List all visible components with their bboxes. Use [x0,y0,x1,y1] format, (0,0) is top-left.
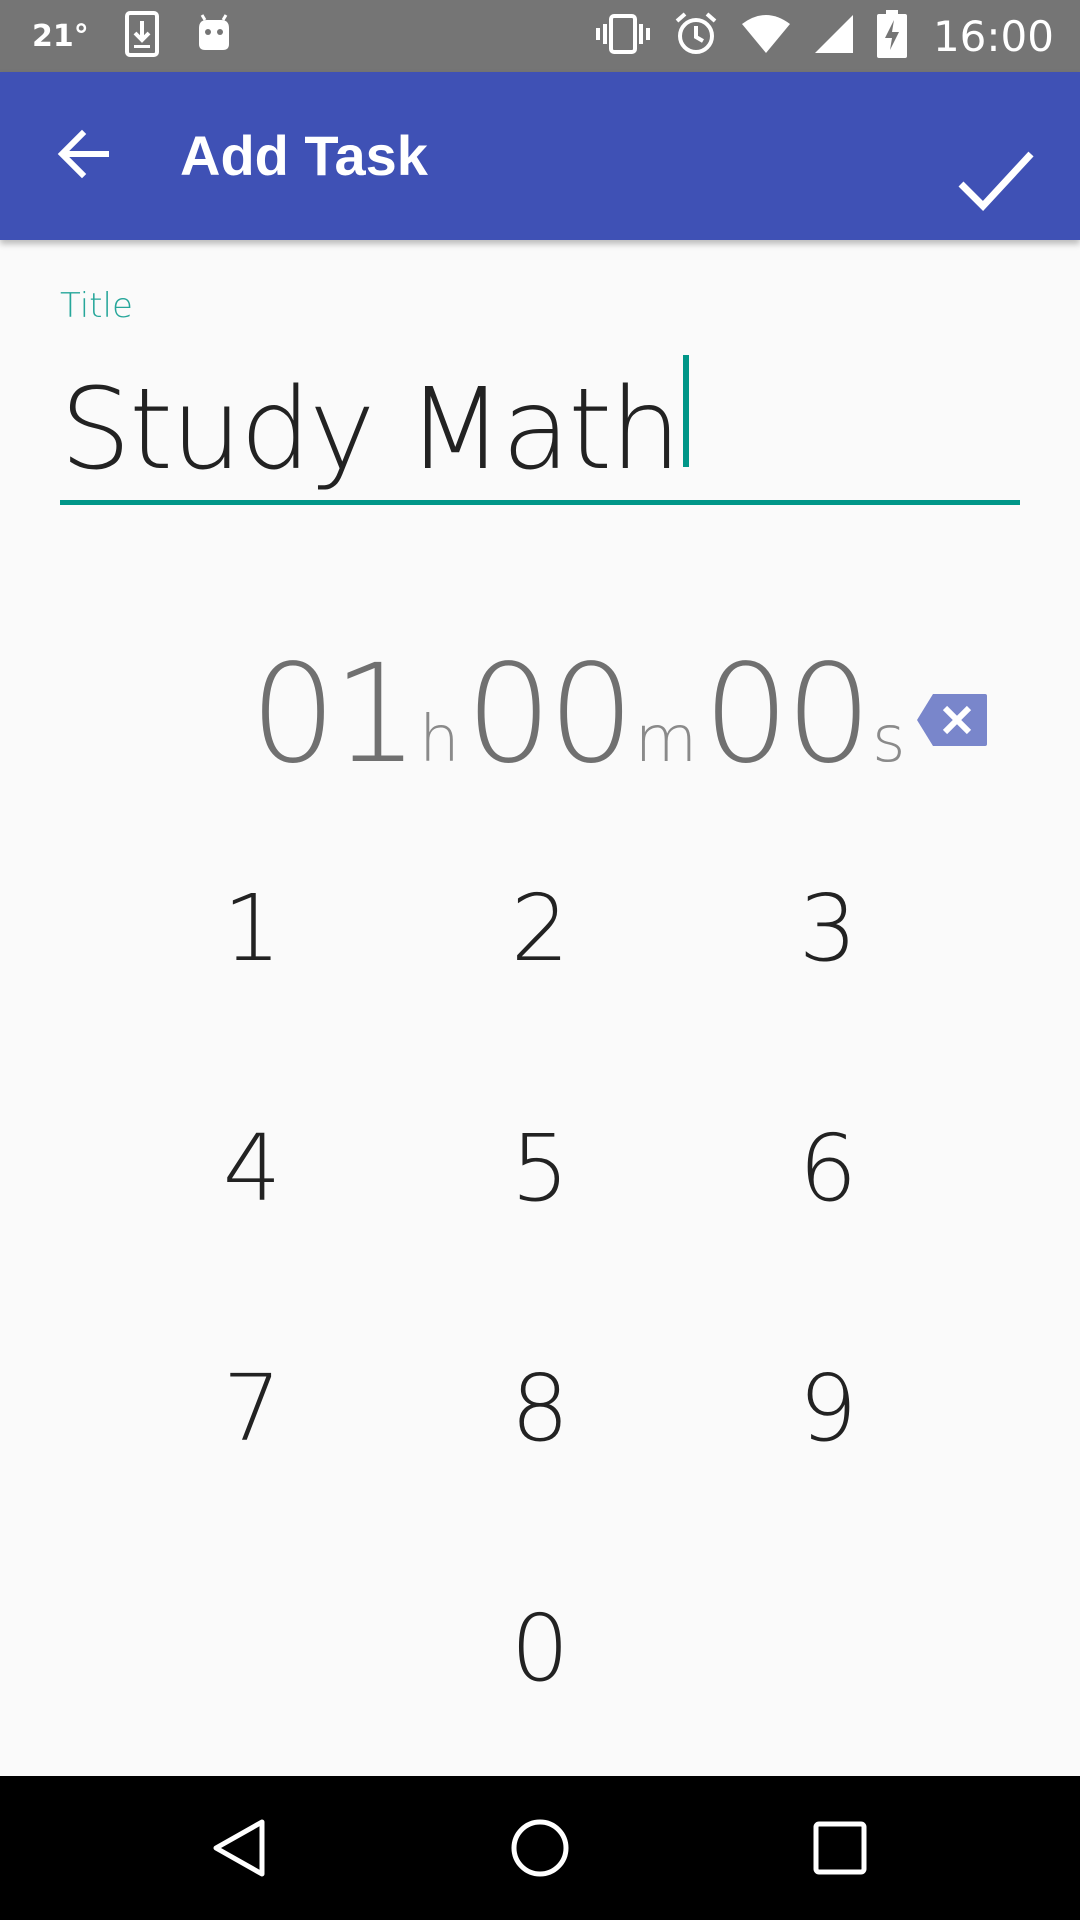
signal-icon [813,13,855,59]
keypad-key-9[interactable]: 9 [728,1308,928,1508]
keypad-key-3[interactable]: 3 [728,828,928,1028]
battery-charging-icon [876,10,907,62]
nav-recents-icon [813,1821,867,1875]
alarm-icon [673,11,719,61]
save-button[interactable] [955,144,1037,216]
clock-text: 16:00 [932,11,1054,61]
hours-unit: h [419,703,460,777]
keypad-key-4[interactable]: 4 [152,1068,352,1268]
navigation-bar [0,1776,1080,1920]
minutes-value: 00 [465,636,635,794]
nav-home-icon [511,1819,569,1877]
duration-display: 01 h 00 m 00 s [250,640,911,790]
keypad-key-7[interactable]: 7 [152,1308,352,1508]
keypad-key-1[interactable]: 1 [152,828,352,1028]
text-cursor [683,355,690,467]
title-label: Title [60,286,133,326]
seconds-unit: s [872,703,906,777]
download-icon [124,11,159,61]
seconds-value: 00 [703,636,872,794]
nav-home-button[interactable] [510,1818,570,1878]
title-value: Study Math [60,365,681,495]
keypad-key-8[interactable]: 8 [440,1308,640,1508]
keypad-key-6[interactable]: 6 [728,1068,928,1268]
back-button[interactable] [52,122,116,186]
backspace-button[interactable] [915,692,989,748]
arrow-back-icon [57,129,109,179]
title-input[interactable]: Study Math [60,355,1020,505]
status-bar: 21° 16:00 [0,0,1080,72]
hours-value: 01 [250,636,419,794]
keypad-key-5[interactable]: 5 [440,1068,640,1268]
keypad-key-2[interactable]: 2 [440,828,640,1028]
backspace-icon [917,694,987,746]
check-icon [958,151,1034,212]
minutes-unit: m [634,703,698,777]
keypad-key-0[interactable]: 0 [440,1548,640,1748]
app-bar: Add Task [0,72,1080,240]
nav-back-button[interactable] [210,1818,270,1878]
nav-recents-button[interactable] [810,1818,870,1878]
temperature-text: 21° [32,18,89,54]
wifi-icon [741,14,791,58]
page-title: Add Task [180,124,428,187]
android-icon [195,14,233,58]
vibrate-icon [595,12,651,60]
nav-back-icon [213,1819,265,1877]
